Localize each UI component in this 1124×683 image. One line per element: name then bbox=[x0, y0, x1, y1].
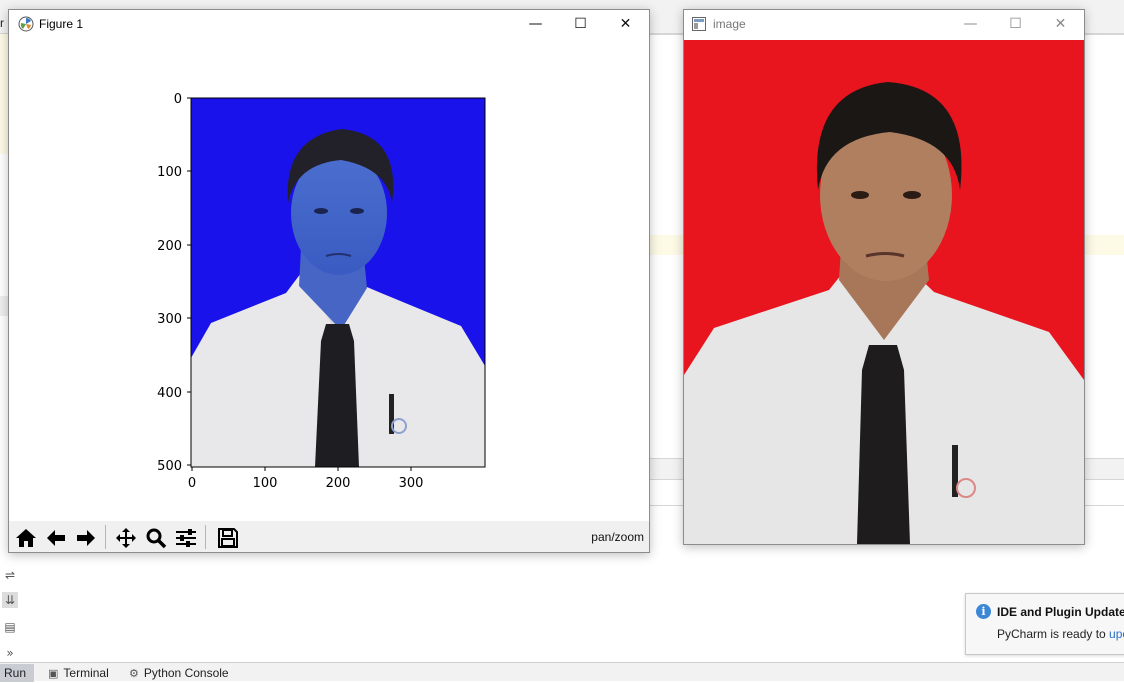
maximize-button[interactable]: ☐ bbox=[558, 10, 603, 39]
ytick-label: 100 bbox=[157, 165, 182, 180]
home-icon bbox=[16, 529, 36, 547]
notification-title: IDE and Plugin Updates bbox=[997, 605, 1124, 619]
bottom-tool-strip: Run ▣ Terminal ⚙ Python Console bbox=[0, 662, 1124, 682]
ytick-label: 300 bbox=[157, 312, 182, 327]
minimize-button[interactable]: — bbox=[513, 10, 558, 39]
back-button[interactable] bbox=[41, 523, 69, 551]
notification-body-text: PyCharm is ready to bbox=[997, 627, 1110, 641]
matplotlib-icon bbox=[18, 16, 34, 32]
tab-python-console[interactable]: ⚙ Python Console bbox=[129, 664, 229, 682]
info-icon: i bbox=[976, 604, 991, 619]
magnifier-icon bbox=[146, 528, 167, 549]
home-button[interactable] bbox=[11, 523, 39, 551]
toolbar-separator bbox=[205, 525, 206, 549]
left-eye bbox=[314, 208, 328, 214]
save-button[interactable] bbox=[213, 523, 241, 551]
right-eye bbox=[350, 208, 364, 214]
tab-run-label: Run bbox=[4, 666, 27, 680]
terminal-icon: ▣ bbox=[48, 667, 59, 680]
close-button[interactable]: ✕ bbox=[603, 10, 648, 39]
scroll-to-end-icon[interactable]: ⇊ bbox=[2, 592, 18, 608]
toolbar-separator bbox=[105, 525, 106, 549]
tab-terminal[interactable]: ▣ Terminal bbox=[48, 664, 109, 682]
tie bbox=[857, 345, 910, 544]
image-titlebar[interactable]: image — ☐ ✕ bbox=[684, 10, 1084, 39]
portrait-photo bbox=[684, 82, 1084, 544]
xtick-label: 100 bbox=[253, 476, 278, 491]
forward-button[interactable] bbox=[71, 523, 99, 551]
ytick-label: 500 bbox=[157, 459, 182, 474]
sliders-icon bbox=[176, 529, 196, 547]
ytick-label: 400 bbox=[157, 386, 182, 401]
tab-run[interactable]: Run bbox=[0, 664, 34, 682]
image-plot bbox=[191, 98, 485, 467]
figure-title: Figure 1 bbox=[39, 17, 84, 31]
editor-gutter-marker bbox=[0, 296, 8, 316]
xtick-label: 300 bbox=[399, 476, 424, 491]
arrow-left-icon bbox=[47, 530, 65, 546]
close-button[interactable]: ✕ bbox=[1038, 10, 1083, 39]
tab-terminal-label: Terminal bbox=[63, 666, 109, 680]
figure-canvas[interactable]: 0 100 200 300 400 500 0 100 200 300 bbox=[9, 39, 649, 521]
figure-titlebar[interactable]: Figure 1 — ☐ ✕ bbox=[9, 10, 649, 39]
more-icon[interactable]: » bbox=[2, 645, 18, 661]
print-icon[interactable]: ▤ bbox=[2, 619, 18, 635]
update-notification[interactable]: i IDE and Plugin Updates PyCharm is read… bbox=[965, 593, 1124, 655]
status-text: pan/zoom bbox=[591, 530, 644, 544]
notification-body: PyCharm is ready to upc bbox=[997, 627, 1124, 641]
window-icon bbox=[692, 17, 706, 31]
python-icon: ⚙ bbox=[129, 667, 139, 680]
image-window-title: image bbox=[713, 17, 746, 31]
image-display[interactable] bbox=[684, 40, 1084, 544]
arrow-right-icon bbox=[77, 530, 95, 546]
right-eye bbox=[903, 191, 921, 199]
maximize-button[interactable]: ☐ bbox=[993, 10, 1038, 39]
pan-button[interactable] bbox=[111, 523, 139, 551]
move-icon bbox=[116, 528, 136, 548]
left-eye bbox=[851, 191, 869, 199]
navigation-toolbar: pan/zoom bbox=[9, 521, 649, 552]
configure-subplots-button[interactable] bbox=[171, 523, 199, 551]
tie bbox=[315, 324, 359, 467]
zoom-button[interactable] bbox=[141, 523, 169, 551]
ytick-label: 200 bbox=[157, 239, 182, 254]
minimize-button[interactable]: — bbox=[948, 10, 993, 39]
xtick-label: 200 bbox=[326, 476, 351, 491]
tab-python-console-label: Python Console bbox=[143, 666, 229, 680]
xtick-label: 0 bbox=[188, 476, 196, 491]
ytick-label: 0 bbox=[174, 92, 182, 107]
figure-window[interactable]: Figure 1 — ☐ ✕ 0 100 200 300 400 500 0 1… bbox=[8, 9, 650, 553]
image-window[interactable]: image — ☐ ✕ bbox=[683, 9, 1085, 545]
notification-link[interactable]: upc bbox=[1109, 627, 1124, 641]
editor-gutter-highlight bbox=[0, 34, 8, 154]
soft-wrap-icon[interactable]: ⇌ bbox=[2, 567, 18, 583]
floppy-icon bbox=[218, 528, 238, 548]
ide-title-fragment: r bbox=[0, 16, 4, 30]
axes[interactable]: 0 100 200 300 400 500 0 100 200 300 bbox=[9, 39, 649, 521]
